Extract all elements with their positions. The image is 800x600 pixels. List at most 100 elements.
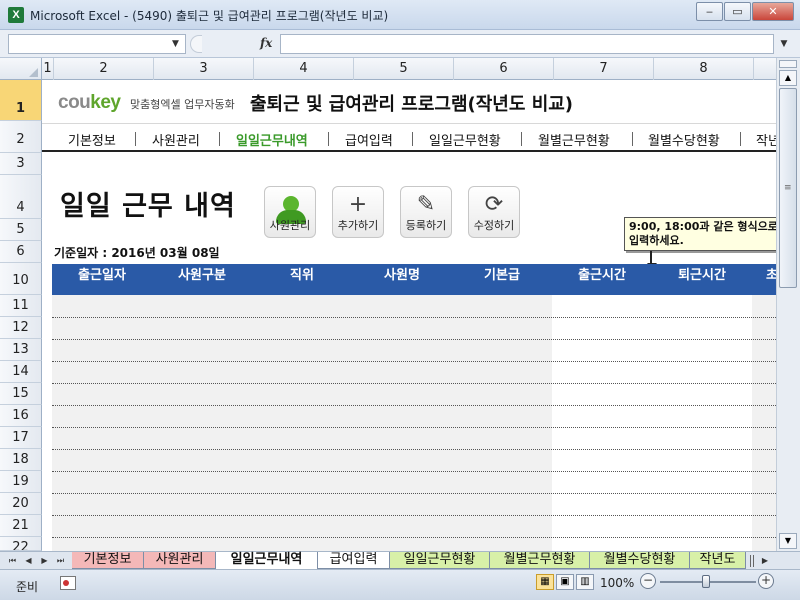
page-break-view-icon[interactable]: ▥	[576, 574, 594, 590]
sheet-tab-active[interactable]: 일일근무내역	[216, 552, 318, 569]
sheet-tab[interactable]: 사원관리	[144, 552, 216, 569]
row-header[interactable]: 12	[0, 317, 42, 339]
column-header[interactable]: 7	[554, 58, 654, 80]
scroll-right-icon[interactable]: ▶	[758, 554, 772, 568]
prev-sheet-icon[interactable]: ◀	[22, 554, 35, 567]
table-column-header[interactable]: 사원명	[352, 264, 452, 295]
row-header[interactable]: 10	[0, 263, 42, 295]
table-header: 출근일자 사원구분 직위 사원명 기본급 출근시간 퇴근시간 초	[52, 264, 776, 295]
column-header[interactable]: 4	[254, 58, 354, 80]
table-row[interactable]	[52, 493, 776, 494]
nav-basic-info[interactable]: 기본정보	[68, 130, 116, 149]
edit-button[interactable]: ⟳ 수정하기	[468, 186, 520, 238]
table-row[interactable]	[52, 383, 776, 384]
register-button[interactable]: ✎ 등록하기	[400, 186, 452, 238]
sheet-tab[interactable]: 급여입력	[318, 552, 390, 569]
zoom-level[interactable]: 100%	[600, 576, 634, 590]
add-button[interactable]: + 추가하기	[332, 186, 384, 238]
row-header[interactable]: 22	[0, 537, 42, 551]
employee-management-button[interactable]: 사원관리	[264, 186, 316, 238]
normal-view-icon[interactable]: ▦	[536, 574, 554, 590]
last-sheet-icon[interactable]: ⏭	[54, 554, 67, 567]
table-column-header[interactable]: 초	[752, 264, 776, 295]
maximize-button[interactable]: ▭	[724, 2, 751, 21]
select-all-button[interactable]	[0, 58, 42, 80]
column-header[interactable]: 8	[654, 58, 754, 80]
name-box-dropdown-icon[interactable]: ▼	[172, 39, 179, 49]
expand-formula-bar-icon[interactable]: ▼	[776, 34, 792, 54]
table-column-header[interactable]: 직위	[252, 264, 352, 295]
name-box[interactable]	[8, 34, 186, 54]
nav-monthly-work-status[interactable]: 월별근무현황	[538, 130, 610, 149]
zoom-out-icon[interactable]: −	[640, 573, 656, 589]
row-header-selected[interactable]: 1	[0, 80, 42, 121]
table-column-header[interactable]: 출근일자	[52, 264, 152, 295]
table-column-header[interactable]: 퇴근시간	[652, 264, 752, 295]
nav-salary-input[interactable]: 급여입력	[345, 130, 393, 149]
row-header[interactable]: 15	[0, 383, 42, 405]
table-row[interactable]	[52, 537, 776, 538]
row-header[interactable]: 18	[0, 449, 42, 471]
sheet-tab[interactable]: 일일근무현황	[390, 552, 490, 569]
row-header[interactable]: 17	[0, 427, 42, 449]
column-header[interactable]: 1	[42, 58, 54, 80]
macro-record-icon[interactable]	[60, 576, 76, 590]
nav-last-year[interactable]: 작년	[756, 130, 776, 149]
table-row[interactable]	[52, 405, 776, 406]
scroll-up-icon[interactable]: ▲	[779, 70, 797, 86]
scroll-down-icon[interactable]: ▼	[779, 533, 797, 549]
table-row[interactable]	[52, 449, 776, 450]
close-button[interactable]: ✕	[752, 2, 794, 21]
nav-daily-work-status[interactable]: 일일근무현황	[429, 130, 501, 149]
row-header[interactable]: 19	[0, 471, 42, 493]
row-header[interactable]: 5	[0, 219, 42, 241]
row-header[interactable]: 3	[0, 153, 42, 175]
table-column-header[interactable]: 사원구분	[152, 264, 252, 295]
table-row[interactable]	[52, 339, 776, 340]
row-header[interactable]: 6	[0, 241, 42, 263]
row-header[interactable]: 21	[0, 515, 42, 537]
formula-input[interactable]	[280, 34, 774, 54]
page-layout-view-icon[interactable]: ▣	[556, 574, 574, 590]
zoom-in-icon[interactable]: +	[758, 573, 774, 589]
table-row[interactable]	[52, 317, 776, 318]
insert-function-button[interactable]: fx	[260, 36, 272, 50]
row-header[interactable]: 13	[0, 339, 42, 361]
column-header[interactable]: 3	[154, 58, 254, 80]
row-header[interactable]: 14	[0, 361, 42, 383]
tab-split-handle[interactable]	[750, 555, 754, 567]
column-header[interactable]: 5	[354, 58, 454, 80]
readonly-cells	[52, 295, 552, 551]
sheet-tab[interactable]: 기본정보	[72, 552, 144, 569]
worksheet[interactable]: coukey 맞춤형엑셀 업무자동화 출퇴근 및 급여관리 프로그램(작년도 비…	[42, 80, 776, 551]
sheet-tabs-bar: ⏮ ◀ ▶ ⏭ 기본정보 사원관리 일일근무내역 급여입력 일일근무현황 월별근…	[0, 551, 800, 569]
vertical-scrollbar[interactable]: ▲ ≡ ▼	[776, 58, 800, 551]
row-header[interactable]: 2	[0, 121, 42, 153]
minimize-button[interactable]: ‒	[696, 2, 723, 21]
table-row[interactable]	[52, 515, 776, 516]
first-sheet-icon[interactable]: ⏮	[6, 554, 19, 567]
row-header[interactable]: 11	[0, 295, 42, 317]
nav-daily-work-log[interactable]: 일일근무내역	[236, 130, 308, 149]
row-header[interactable]: 20	[0, 493, 42, 515]
table-column-header[interactable]: 기본급	[452, 264, 552, 295]
split-handle[interactable]	[779, 60, 797, 68]
sheet-tab[interactable]: 작년도	[690, 552, 746, 569]
nav-employee-management[interactable]: 사원관리	[152, 130, 200, 149]
table-row[interactable]	[52, 361, 776, 362]
sheet-tab[interactable]: 월별수당현황	[590, 552, 690, 569]
column-header[interactable]: 2	[54, 58, 154, 80]
nav-separator	[521, 132, 522, 146]
row-header[interactable]: 16	[0, 405, 42, 427]
nav-monthly-allowance-status[interactable]: 월별수당현황	[648, 130, 720, 149]
formula-bar-handle[interactable]	[190, 35, 202, 53]
row-header[interactable]: 4	[0, 175, 42, 219]
table-row[interactable]	[52, 471, 776, 472]
sheet-tab[interactable]: 월별근무현황	[490, 552, 590, 569]
scrollbar-thumb[interactable]: ≡	[779, 88, 797, 288]
next-sheet-icon[interactable]: ▶	[38, 554, 51, 567]
table-row[interactable]	[52, 427, 776, 428]
zoom-slider-thumb[interactable]	[702, 575, 710, 588]
table-column-header[interactable]: 출근시간	[552, 264, 652, 295]
column-header[interactable]: 6	[454, 58, 554, 80]
